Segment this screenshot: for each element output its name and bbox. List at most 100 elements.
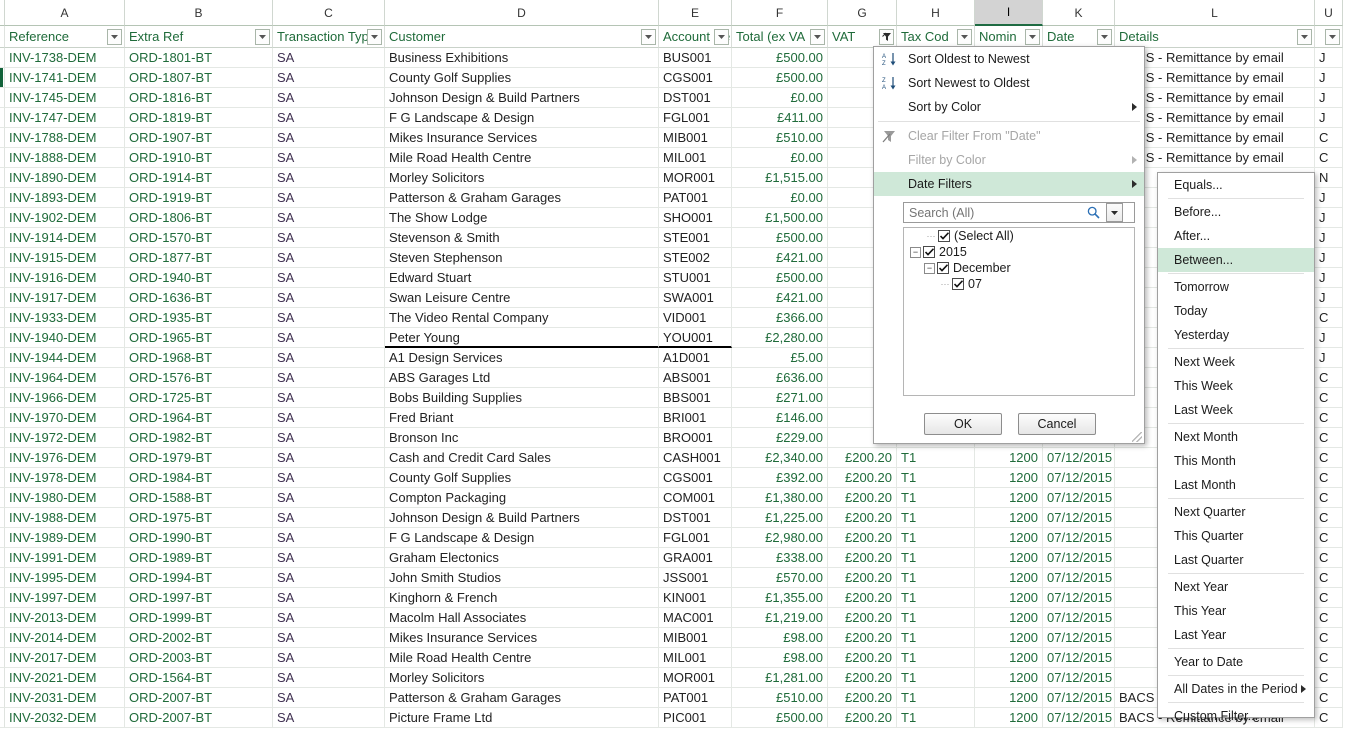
- cell-account_ref[interactable]: BUS001: [659, 48, 732, 68]
- cell-extra_ref[interactable]: ORD-1965-BT: [125, 328, 273, 348]
- cell-tax_code[interactable]: T1: [897, 488, 975, 508]
- cell-transaction_type[interactable]: SA: [273, 508, 385, 528]
- cell-transaction_type[interactable]: SA: [273, 628, 385, 648]
- cell-last[interactable]: C: [1315, 668, 1343, 688]
- cell-total_ex_vat[interactable]: £1,281.00: [732, 668, 828, 688]
- cell-extra_ref[interactable]: ORD-1564-BT: [125, 668, 273, 688]
- tree-node-2015[interactable]: − 2015: [904, 244, 1134, 260]
- cell-customer[interactable]: Morley Solicitors: [385, 668, 659, 688]
- column-header-u[interactable]: U: [1315, 0, 1343, 26]
- cell-vat[interactable]: £200.20: [828, 528, 897, 548]
- table-row[interactable]: INV-2013-DEM ORD-1999-BT SA Macolm Hall Ass…: [0, 608, 1358, 628]
- date-filter-next-year[interactable]: Next Year: [1158, 575, 1314, 599]
- cell-vat[interactable]: £200.20: [828, 588, 897, 608]
- cell-transaction_type[interactable]: SA: [273, 388, 385, 408]
- table-row[interactable]: INV-1788-DEM ORD-1907-BT SA Mikes Insurance…: [0, 128, 1358, 148]
- cell-last[interactable]: J: [1315, 88, 1343, 108]
- cell-last[interactable]: C: [1315, 708, 1343, 728]
- cell-last[interactable]: J: [1315, 288, 1343, 308]
- filter-dropdown-button[interactable]: [714, 29, 729, 45]
- cell-transaction_type[interactable]: SA: [273, 288, 385, 308]
- cell-reference[interactable]: INV-1944-DEM: [5, 348, 125, 368]
- cell-date[interactable]: 07/12/2015: [1043, 508, 1115, 528]
- cell-transaction_type[interactable]: SA: [273, 328, 385, 348]
- cell-total_ex_vat[interactable]: £98.00: [732, 648, 828, 668]
- cell-nominal[interactable]: 1200: [975, 528, 1043, 548]
- cell-total_ex_vat[interactable]: £500.00: [732, 228, 828, 248]
- cell-vat[interactable]: £200.20: [828, 648, 897, 668]
- cell-customer[interactable]: Steven Stephenson: [385, 248, 659, 268]
- cell-transaction_type[interactable]: SA: [273, 468, 385, 488]
- cell-account_ref[interactable]: BBS001: [659, 388, 732, 408]
- cell-account_ref[interactable]: YOU001: [659, 328, 732, 348]
- cell-total_ex_vat[interactable]: £421.00: [732, 248, 828, 268]
- cell-account_ref[interactable]: FGL001: [659, 528, 732, 548]
- cell-extra_ref[interactable]: ORD-1990-BT: [125, 528, 273, 548]
- cell-extra_ref[interactable]: ORD-1919-BT: [125, 188, 273, 208]
- table-row[interactable]: INV-1944-DEM ORD-1968-BT SA A1 Design Servi…: [0, 348, 1358, 368]
- cell-total_ex_vat[interactable]: £570.00: [732, 568, 828, 588]
- cell-customer[interactable]: John Smith Studios: [385, 568, 659, 588]
- cell-reference[interactable]: INV-1997-DEM: [5, 588, 125, 608]
- cell-transaction_type[interactable]: SA: [273, 48, 385, 68]
- table-row[interactable]: INV-1976-DEM ORD-1979-BT SA Cash and Credit…: [0, 448, 1358, 468]
- cell-date[interactable]: 07/12/2015: [1043, 548, 1115, 568]
- table-row[interactable]: INV-1902-DEM ORD-1806-BT SA The Show Lodge S…: [0, 208, 1358, 228]
- cell-total_ex_vat[interactable]: £0.00: [732, 188, 828, 208]
- cell-transaction_type[interactable]: SA: [273, 688, 385, 708]
- cell-last[interactable]: C: [1315, 608, 1343, 628]
- cell-total_ex_vat[interactable]: £1,515.00: [732, 168, 828, 188]
- table-row[interactable]: INV-1997-DEM ORD-1997-BT SA Kinghorn & Fren…: [0, 588, 1358, 608]
- tree-node-select-all[interactable]: ··· (Select All): [904, 228, 1134, 244]
- date-filter-last-quarter[interactable]: Last Quarter: [1158, 548, 1314, 572]
- column-header-d[interactable]: D: [385, 0, 659, 26]
- table-row[interactable]: INV-2032-DEM ORD-2007-BT SA Picture Frame L…: [0, 708, 1358, 728]
- cell-extra_ref[interactable]: ORD-2003-BT: [125, 648, 273, 668]
- cell-total_ex_vat[interactable]: £411.00: [732, 108, 828, 128]
- table-row[interactable]: INV-2014-DEM ORD-2002-BT SA Mikes Insurance…: [0, 628, 1358, 648]
- cell-reference[interactable]: INV-1970-DEM: [5, 408, 125, 428]
- date-filter-after[interactable]: After...: [1158, 224, 1314, 248]
- checkbox[interactable]: [952, 278, 964, 290]
- date-filter-custom-filter[interactable]: Custom Filter...: [1158, 704, 1314, 728]
- date-filter-today[interactable]: Today: [1158, 299, 1314, 323]
- cell-transaction_type[interactable]: SA: [273, 268, 385, 288]
- cell-extra_ref[interactable]: ORD-2007-BT: [125, 708, 273, 728]
- cell-date[interactable]: 07/12/2015: [1043, 568, 1115, 588]
- table-row[interactable]: INV-1972-DEM ORD-1982-BT SA Bronson Inc BRO0…: [0, 428, 1358, 448]
- cell-account_ref[interactable]: STE001: [659, 228, 732, 248]
- cell-extra_ref[interactable]: ORD-2007-BT: [125, 688, 273, 708]
- cell-account_ref[interactable]: PAT001: [659, 688, 732, 708]
- cell-nominal[interactable]: 1200: [975, 548, 1043, 568]
- cell-date[interactable]: 07/12/2015: [1043, 708, 1115, 728]
- column-header-i[interactable]: I: [975, 0, 1043, 26]
- cell-last[interactable]: C: [1315, 388, 1343, 408]
- cell-reference[interactable]: INV-1980-DEM: [5, 488, 125, 508]
- cell-last[interactable]: C: [1315, 628, 1343, 648]
- cell-last[interactable]: C: [1315, 308, 1343, 328]
- cell-tax_code[interactable]: T1: [897, 508, 975, 528]
- cell-account_ref[interactable]: MIL001: [659, 148, 732, 168]
- cell-total_ex_vat[interactable]: £229.00: [732, 428, 828, 448]
- filter-value-tree[interactable]: ··· (Select All) −2015− December ··· 07: [903, 227, 1135, 396]
- checkbox[interactable]: [923, 246, 935, 258]
- cell-last[interactable]: C: [1315, 148, 1343, 168]
- cell-account_ref[interactable]: MAC001: [659, 608, 732, 628]
- filter-dropdown-button[interactable]: [1325, 29, 1340, 45]
- cell-customer[interactable]: Johnson Design & Build Partners: [385, 508, 659, 528]
- cell-vat[interactable]: £200.20: [828, 568, 897, 588]
- filter-dropdown-button[interactable]: [641, 29, 656, 45]
- cell-account_ref[interactable]: SHO001: [659, 208, 732, 228]
- cell-last[interactable]: C: [1315, 368, 1343, 388]
- cell-date[interactable]: 07/12/2015: [1043, 588, 1115, 608]
- cell-reference[interactable]: INV-1738-DEM: [5, 48, 125, 68]
- table-row[interactable]: INV-1915-DEM ORD-1877-BT SA Steven Stephens…: [0, 248, 1358, 268]
- cell-reference[interactable]: INV-1995-DEM: [5, 568, 125, 588]
- cell-tax_code[interactable]: T1: [897, 688, 975, 708]
- cell-transaction_type[interactable]: SA: [273, 128, 385, 148]
- table-row[interactable]: INV-1933-DEM ORD-1935-BT SA The Video Renta…: [0, 308, 1358, 328]
- resize-grip[interactable]: [1132, 432, 1142, 442]
- cell-nominal[interactable]: 1200: [975, 508, 1043, 528]
- cell-account_ref[interactable]: GRA001: [659, 548, 732, 568]
- ok-button[interactable]: OK: [924, 413, 1002, 435]
